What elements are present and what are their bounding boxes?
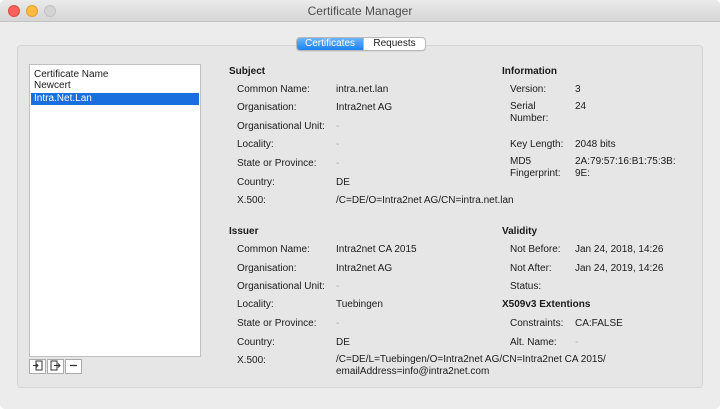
issuer-country-value: DE	[336, 337, 350, 348]
issuer-common-name-value: Intra2net CA 2015	[336, 244, 417, 255]
serial-number-value: 24	[575, 101, 587, 112]
issuer-organisation-label: Organisation:	[237, 263, 297, 274]
issuer-locality-label: Locality:	[237, 299, 274, 310]
not-after-value: Jan 24, 2019, 14:26	[575, 263, 664, 274]
export-icon	[50, 360, 61, 374]
issuer-x500-label: X.500:	[237, 355, 266, 366]
constraints-value: CA:FALSE	[575, 318, 623, 329]
status-label: Status:	[510, 281, 542, 292]
subject-org-unit-label: Organisational Unit:	[237, 121, 325, 132]
issuer-x500-value: /C=DE/L=Tuebingen/O=Intra2net AG/CN=Intr…	[336, 354, 606, 377]
key-length-label: Key Length:	[510, 139, 564, 150]
information-heading: Information	[502, 66, 557, 77]
window-title: Certificate Manager	[307, 4, 413, 18]
subject-org-unit-value: -	[336, 121, 340, 132]
minus-icon	[68, 360, 79, 374]
issuer-state-label: State or Province:	[237, 318, 317, 329]
issuer-organisation-value: Intra2net AG	[336, 263, 393, 274]
not-before-label: Not Before:	[510, 244, 561, 255]
subject-country-value: DE	[336, 177, 350, 188]
subject-locality-value: -	[336, 139, 340, 150]
list-item[interactable]: Newcert	[31, 80, 199, 92]
alt-name-label: Alt. Name:	[510, 337, 557, 348]
subject-country-label: Country:	[237, 177, 275, 188]
version-value: 3	[575, 84, 581, 95]
md5-fingerprint-value: 2A:79:57:16:B1:75:3B: 9E:	[575, 156, 676, 179]
validity-heading: Validity	[502, 226, 538, 237]
issuer-heading: Issuer	[229, 226, 259, 237]
subject-common-name-label: Common Name:	[237, 84, 310, 95]
certificate-manager-window: Certificate Manager Certificates Request…	[0, 0, 720, 409]
not-after-label: Not After:	[510, 263, 552, 274]
not-before-value: Jan 24, 2018, 14:26	[575, 244, 664, 255]
subject-state-value: -	[336, 158, 340, 169]
subject-x500-value: /C=DE/O=Intra2net AG/CN=intra.net.lan	[336, 195, 514, 206]
issuer-state-value: -	[336, 318, 340, 329]
list-item-selected[interactable]: Intra.Net.Lan	[31, 93, 199, 105]
version-label: Version:	[510, 84, 547, 95]
md5-fingerprint-label: MD5 Fingerprint:	[510, 156, 561, 179]
subject-locality-label: Locality:	[237, 139, 274, 150]
title-bar[interactable]: Certificate Manager	[0, 0, 720, 22]
list-column-header[interactable]: Certificate Name	[34, 69, 108, 80]
subject-heading: Subject	[229, 66, 266, 77]
certificate-list[interactable]: Certificate Name Newcert Intra.Net.Lan	[29, 64, 201, 357]
remove-button[interactable]	[65, 359, 82, 374]
issuer-locality-value: Tuebingen	[336, 299, 383, 310]
import-button[interactable]	[29, 359, 46, 374]
tab-bar: Certificates Requests	[296, 37, 426, 51]
constraints-label: Constraints:	[510, 318, 564, 329]
key-length-value: 2048 bits	[575, 139, 616, 150]
subject-common-name-value: intra.net.lan	[336, 84, 389, 95]
list-toolbar	[29, 359, 83, 374]
tab-certificates[interactable]: Certificates	[297, 38, 363, 50]
extensions-heading: X509v3 Extentions	[502, 299, 591, 310]
alt-name-value: -	[575, 337, 579, 348]
tab-requests[interactable]: Requests	[363, 38, 425, 50]
issuer-org-unit-value: -	[336, 281, 340, 292]
export-button[interactable]	[47, 359, 64, 374]
subject-state-label: State or Province:	[237, 158, 317, 169]
issuer-common-name-label: Common Name:	[237, 244, 310, 255]
issuer-org-unit-label: Organisational Unit:	[237, 281, 325, 292]
subject-x500-label: X.500:	[237, 195, 266, 206]
subject-organisation-label: Organisation:	[237, 102, 297, 113]
subject-organisation-value: Intra2net AG	[336, 102, 393, 113]
import-icon	[32, 360, 43, 374]
serial-number-label: Serial Number:	[510, 101, 549, 124]
issuer-country-label: Country:	[237, 337, 275, 348]
